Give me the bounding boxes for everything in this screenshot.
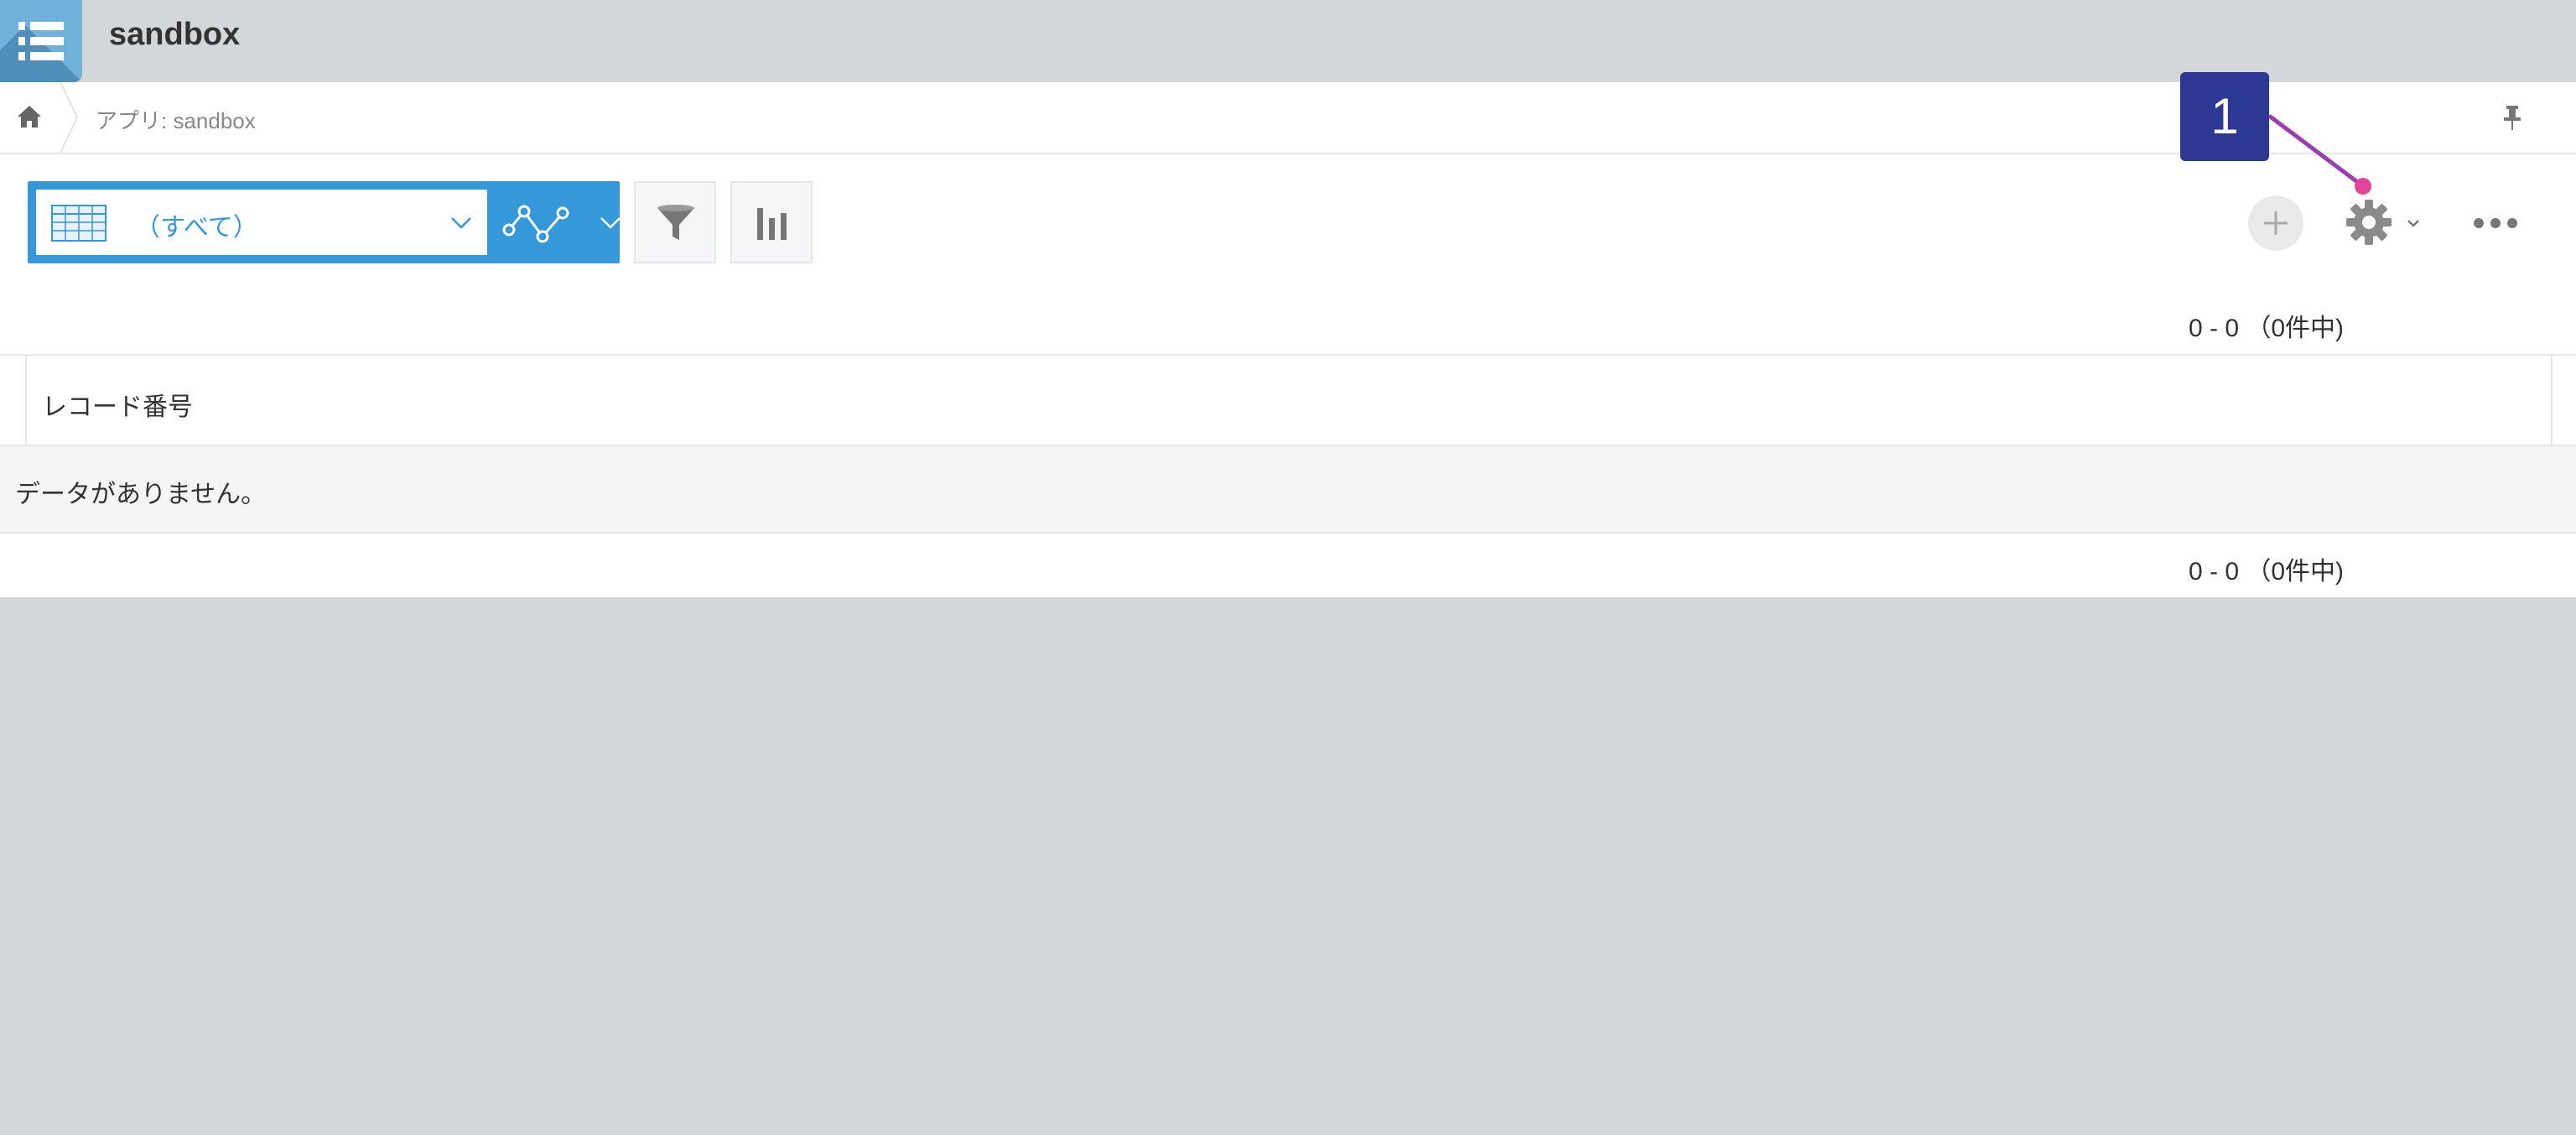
pin-icon[interactable] [2496,101,2529,134]
top-bar: sandbox [0,0,2576,82]
breadcrumb-app-link[interactable]: アプリ: sandbox [96,104,256,135]
view-label: （すべて） [135,213,258,242]
header-spacer-right [2551,356,2576,446]
app-title: sandbox [109,17,241,52]
graph-view-icon[interactable] [502,200,573,245]
graph-chevron-down-icon[interactable] [598,210,623,235]
gear-icon[interactable] [2345,198,2393,247]
plus-icon [2264,211,2288,235]
column-header-record-number[interactable]: レコード番号 [42,386,193,423]
callout-badge: 1 [2180,72,2269,161]
empty-row: データがありません。 [0,446,2576,534]
filter-icon [657,205,694,240]
pager-top: 0 - 0 （0件中) [2189,315,2345,342]
main-content: （すべて） 0 - 0 （0件中) レコード番号 データがありません。 0 - … [0,154,2576,597]
view-dropdown[interactable]: （すべて） [36,190,487,255]
view-selector: （すべて） [28,181,623,263]
table-view-icon [51,205,106,242]
home-icon[interactable] [15,102,44,131]
chart-button[interactable] [730,181,813,263]
bar-chart-icon [757,208,787,240]
add-record-button[interactable] [2248,195,2303,251]
filter-button[interactable] [634,181,716,263]
header-spacer-left [0,356,27,446]
empty-message: データがありません。 [15,480,267,509]
settings-chevron-down-icon[interactable] [2403,213,2423,233]
breadcrumb-separator-icon [60,82,79,153]
pager-bottom: 0 - 0 （0件中) [2189,558,2345,586]
table-header: レコード番号 [0,354,2576,446]
more-icon[interactable] [2472,216,2519,230]
chevron-down-icon [451,217,471,229]
app-list-icon[interactable] [0,0,82,82]
